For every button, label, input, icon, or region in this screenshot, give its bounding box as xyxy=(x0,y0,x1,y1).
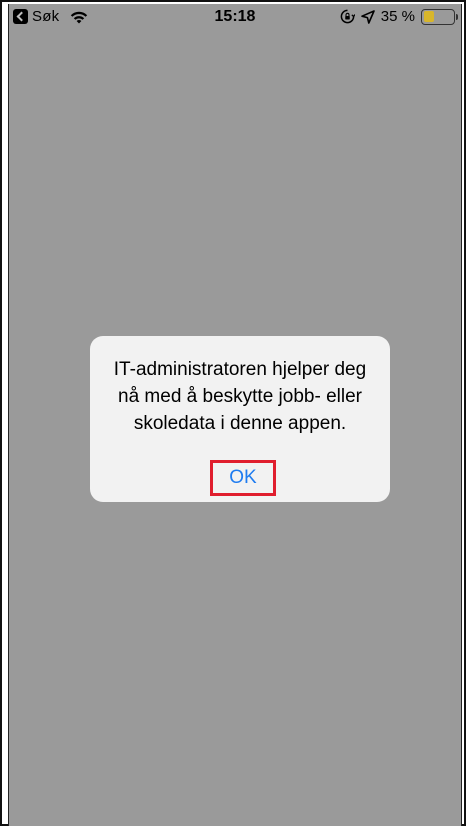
rotation-lock-icon xyxy=(340,9,355,24)
ok-button-highlight: OK xyxy=(210,460,276,496)
location-icon xyxy=(360,9,375,24)
status-bar: Søk 15:18 35 % xyxy=(9,4,461,30)
alert-message: IT-administratoren hjelper deg nå med å … xyxy=(113,359,367,434)
alert-dialog: IT-administratoren hjelper deg nå med å … xyxy=(90,336,390,502)
battery-percent: 35 % xyxy=(380,8,415,25)
ok-button[interactable]: OK xyxy=(229,467,256,489)
battery-level-fill xyxy=(423,11,434,22)
device-frame: Søk 15:18 35 % IT-administratoren hjelpe… xyxy=(0,0,466,826)
status-right: 35 % xyxy=(340,8,458,25)
battery-icon xyxy=(421,8,458,25)
screen: Søk 15:18 35 % IT-administratoren hjelpe… xyxy=(8,4,462,826)
